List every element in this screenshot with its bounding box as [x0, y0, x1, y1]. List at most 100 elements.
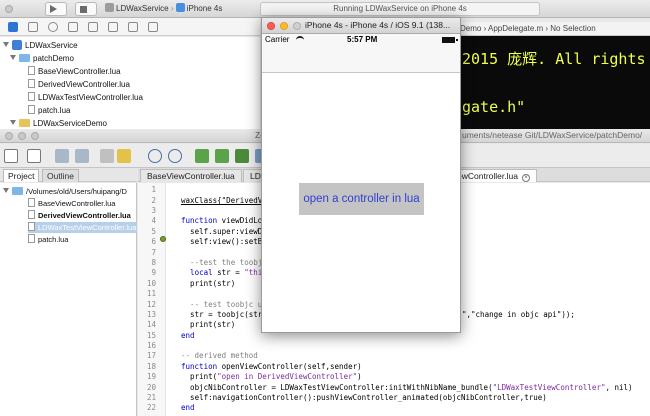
- line-number: 18: [146, 362, 156, 371]
- disclosure-icon[interactable]: [3, 188, 9, 193]
- navigator-selector-bar: [0, 18, 260, 36]
- navigator-label: LDWaxService: [25, 41, 78, 50]
- code-line: print("open in DerivedViewController"): [172, 372, 362, 381]
- code-text: objcNibController = LDWaxTestViewControl…: [172, 383, 493, 392]
- warning-icon[interactable]: [68, 22, 78, 32]
- code-text: print(: [172, 372, 218, 381]
- save-all-icon[interactable]: [75, 149, 89, 163]
- navigator-row-file[interactable]: BaseViewController.lua: [28, 65, 121, 78]
- code-text: self:navigationController():pushViewCont…: [172, 393, 547, 402]
- settings-icon[interactable]: [117, 149, 131, 163]
- search-icon[interactable]: [48, 22, 58, 32]
- step-into-icon[interactable]: [235, 149, 249, 163]
- disclosure-icon[interactable]: [3, 42, 9, 47]
- navigator-label: LDWaxTestViewController.lua: [38, 93, 143, 102]
- stop-icon: [80, 6, 87, 13]
- tree-item[interactable]: patch.lua: [28, 234, 68, 245]
- folder-icon[interactable]: [8, 22, 18, 32]
- stop-button[interactable]: [75, 2, 97, 16]
- code-text: waxClass{"DerivedV: [181, 196, 263, 205]
- code-string: "thi: [244, 268, 263, 277]
- close-icon[interactable]: [5, 5, 13, 13]
- navigator-row-file[interactable]: patch.lua: [28, 104, 70, 117]
- open-file-icon[interactable]: [27, 149, 41, 163]
- navigator-label: patchDemo: [33, 54, 74, 63]
- symbol-icon[interactable]: [28, 22, 38, 32]
- code-line: -- test toobjc u: [172, 300, 262, 309]
- editor-line: 2015 庞辉. All rights: [462, 50, 646, 68]
- close-icon[interactable]: [5, 132, 13, 140]
- navigator-row-file[interactable]: DerivedViewController.lua: [28, 78, 130, 91]
- close-icon[interactable]: [267, 22, 275, 30]
- minimize-icon[interactable]: [18, 132, 26, 140]
- code-text: ","change in objc api"));: [462, 310, 575, 319]
- code-keyword: local: [172, 268, 213, 277]
- find-in-files-icon[interactable]: [168, 149, 182, 163]
- minimize-icon[interactable]: [280, 22, 288, 30]
- breakpoint-icon[interactable]: [128, 22, 138, 32]
- disclosure-icon[interactable]: [10, 55, 16, 60]
- jump-bar-item[interactable]: Demo: [460, 24, 481, 33]
- test-icon[interactable]: [88, 22, 98, 32]
- undo-icon[interactable]: [100, 149, 114, 163]
- xcode-source-editor[interactable]: 2015 庞辉. All rights gate.h": [460, 36, 650, 131]
- code-string: "open in DerivedViewController": [217, 372, 358, 381]
- ios-simulator-window: iPhone 4s - iPhone 4s / iOS 9.1 (138... …: [261, 17, 461, 333]
- code-string: "LDWaxTestViewController": [492, 383, 606, 392]
- tree-item[interactable]: BaseViewController.lua: [28, 198, 115, 209]
- tree-item-selected[interactable]: LDWaxTestViewController.lua: [28, 222, 137, 233]
- line-number: 7: [151, 248, 156, 257]
- jump-bar-item[interactable]: AppDelegate.m: [488, 24, 543, 33]
- tab-base-view-controller[interactable]: BaseViewController.lua: [140, 169, 242, 182]
- breakpoint-marker-icon[interactable]: [160, 236, 166, 242]
- ios-status-bar: Carrier 5:57 PM: [262, 34, 460, 46]
- code-text: viewDidLo: [217, 216, 263, 225]
- line-number: 9: [151, 268, 156, 277]
- tree-label: BaseViewController.lua: [38, 199, 116, 208]
- file-icon: [28, 79, 35, 88]
- tree-item[interactable]: DerivedViewController.lua: [28, 210, 131, 221]
- disclosure-icon[interactable]: [10, 120, 16, 125]
- app-icon: [105, 3, 114, 12]
- save-icon[interactable]: [55, 149, 69, 163]
- line-number: 22: [146, 403, 156, 412]
- code-keyword: end: [181, 403, 195, 412]
- line-number: 13: [146, 310, 156, 319]
- debug-icon[interactable]: [108, 22, 118, 32]
- open-controller-button[interactable]: open a controller in lua: [299, 183, 424, 215]
- run-icon[interactable]: [215, 149, 229, 163]
- scheme-selector[interactable]: LDWaxService › iPhone 4s: [105, 2, 222, 16]
- find-icon[interactable]: [148, 149, 162, 163]
- code-comment: -- test toobjc u: [172, 300, 263, 309]
- file-icon: [28, 234, 35, 243]
- zoom-icon[interactable]: [293, 22, 301, 30]
- code-line: print(str): [172, 279, 235, 288]
- tab-active-controller[interactable]: ewController.lua ×: [450, 169, 537, 182]
- jump-bar-item[interactable]: No Selection: [550, 24, 595, 33]
- status-time: 5:57 PM: [347, 35, 378, 44]
- navigator-row-project[interactable]: LDWaxService: [3, 39, 78, 52]
- code-comment: --test the toobj: [172, 258, 263, 267]
- navigator-row-file[interactable]: LDWaxTestViewController.lua: [28, 91, 143, 104]
- editor-line: gate.h": [462, 98, 526, 116]
- start-debug-icon[interactable]: [195, 149, 209, 163]
- code-line: waxClass{"DerivedV: [181, 196, 262, 205]
- code-line: end: [181, 331, 195, 340]
- run-button[interactable]: [45, 2, 67, 16]
- navigator-label: LDWaxServiceDemo: [33, 119, 107, 128]
- project-icon: [12, 40, 22, 50]
- navigator-row-folder[interactable]: patchDemo: [10, 52, 74, 65]
- tab-outline[interactable]: Outline: [42, 169, 79, 182]
- report-icon[interactable]: [148, 22, 158, 32]
- tree-root[interactable]: /Volumes/old/Users/huipang/D: [3, 186, 127, 197]
- line-number: 8: [151, 258, 156, 267]
- close-icon[interactable]: ×: [521, 174, 530, 182]
- simulator-title: iPhone 4s - iPhone 4s / iOS 9.1 (138...: [305, 20, 451, 30]
- line-number: 12: [146, 300, 156, 309]
- activity-viewer: Running LDWaxService on iPhone 4s: [260, 2, 540, 16]
- zoom-icon[interactable]: [31, 132, 39, 140]
- code-text: openViewController(self,sender): [217, 362, 362, 371]
- tab-project[interactable]: Project: [3, 169, 40, 182]
- new-file-icon[interactable]: [4, 149, 18, 163]
- folder-icon: [12, 187, 23, 195]
